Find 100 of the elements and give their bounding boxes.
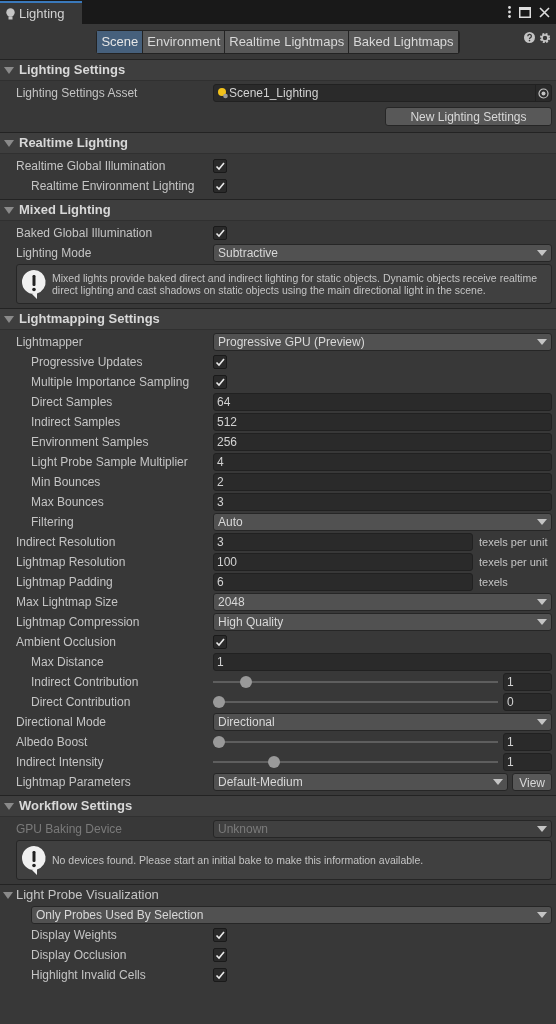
foldout-triangle-icon[interactable] bbox=[3, 890, 13, 900]
checkbox[interactable] bbox=[213, 375, 227, 389]
field-label: GPU Baking Device bbox=[16, 821, 123, 838]
field-label: Lighting Mode bbox=[16, 245, 92, 262]
close-icon[interactable] bbox=[539, 6, 550, 18]
view-button[interactable]: View bbox=[512, 773, 552, 791]
dropdown[interactable]: 2048 bbox=[213, 593, 552, 611]
checkbox[interactable] bbox=[213, 355, 227, 369]
foldout-triangle-icon[interactable] bbox=[4, 205, 14, 215]
field-label: Lighting Settings Asset bbox=[16, 85, 138, 102]
section-header[interactable]: Lightmapping Settings bbox=[0, 309, 556, 330]
dropdown[interactable]: Progressive GPU (Preview) bbox=[213, 333, 552, 351]
slider[interactable] bbox=[213, 756, 498, 768]
dropdown-caret-icon bbox=[537, 250, 547, 256]
dropdown[interactable]: High Quality bbox=[213, 613, 552, 631]
slider[interactable] bbox=[213, 676, 498, 688]
help-message: Mixed lights provide baked direct and indirect lighting for static objects. Dynamic objects receive realtime direct lighting and cast shadows on static objects using the main directional light in the scene. bbox=[52, 272, 538, 296]
checkbox[interactable] bbox=[213, 928, 227, 942]
foldout-triangle-icon[interactable] bbox=[4, 801, 14, 811]
field-label: Realtime Global Illumination bbox=[16, 158, 166, 175]
number-field[interactable]: 2 bbox=[213, 473, 552, 491]
slider-thumb[interactable] bbox=[213, 696, 225, 708]
field-label: Light Probe Sample Multiplier bbox=[31, 454, 188, 471]
field-label: Ambient Occlusion bbox=[16, 634, 117, 651]
field-label: Max Distance bbox=[31, 654, 104, 671]
settings-icon[interactable] bbox=[539, 32, 551, 44]
field-label: Albedo Boost bbox=[16, 734, 88, 751]
help-icon[interactable] bbox=[524, 32, 535, 43]
field-label: Max Lightmap Size bbox=[16, 594, 119, 611]
dropdown-caret-icon bbox=[537, 912, 547, 918]
slider-thumb[interactable] bbox=[267, 756, 280, 768]
tab[interactable]: Realtime Lightmaps bbox=[225, 30, 350, 53]
checkbox[interactable] bbox=[213, 226, 227, 240]
field-label: Filtering bbox=[31, 514, 74, 531]
field-label: Lightmap Compression bbox=[16, 614, 140, 631]
tab[interactable]: Baked Lightmaps bbox=[349, 30, 459, 53]
number-field[interactable]: 1 bbox=[503, 673, 552, 691]
foldout-triangle-icon[interactable] bbox=[4, 314, 14, 324]
slider[interactable] bbox=[213, 696, 498, 708]
number-field[interactable]: 256 bbox=[213, 433, 552, 451]
foldout-triangle-icon[interactable] bbox=[4, 138, 14, 148]
window-tab[interactable]: Lighting bbox=[0, 1, 82, 24]
checkbox[interactable] bbox=[213, 159, 227, 173]
number-field[interactable]: 1 bbox=[213, 653, 552, 671]
section-header[interactable]: Workflow Settings bbox=[0, 796, 556, 817]
slider-thumb[interactable] bbox=[240, 676, 253, 688]
object-picker-icon[interactable] bbox=[538, 87, 549, 99]
number-field[interactable]: 100 bbox=[213, 553, 473, 571]
dropdown[interactable]: Subtractive bbox=[213, 244, 552, 262]
number-field[interactable]: 4 bbox=[213, 453, 552, 471]
dropdown-caret-icon bbox=[537, 826, 547, 832]
section-header[interactable]: Realtime Lighting bbox=[0, 133, 556, 154]
help-message: No devices found. Please start an initial bake to make this information available. bbox=[52, 854, 424, 866]
field-label: Environment Samples bbox=[31, 434, 149, 451]
checkbox[interactable] bbox=[213, 948, 227, 962]
lightbulb-icon bbox=[6, 7, 15, 20]
number-field[interactable]: 1 bbox=[503, 733, 552, 751]
new-settings-button[interactable]: New Lighting Settings bbox=[385, 106, 552, 126]
foldout-triangle-icon[interactable] bbox=[4, 65, 14, 75]
maximize-icon[interactable] bbox=[519, 6, 531, 18]
field-label: Indirect Resolution bbox=[16, 534, 116, 551]
number-field[interactable]: 3 bbox=[213, 493, 552, 511]
slider-thumb[interactable] bbox=[213, 736, 225, 748]
checkbox[interactable] bbox=[213, 968, 227, 982]
dropdown-caret-icon bbox=[493, 779, 504, 785]
dropdown-caret-icon bbox=[537, 619, 547, 625]
field-label: Progressive Updates bbox=[31, 354, 143, 371]
dropdown-caret-icon bbox=[537, 339, 547, 345]
field-label: Min Bounces bbox=[31, 474, 101, 491]
number-field[interactable]: 6 bbox=[213, 573, 473, 591]
field-label: Direct Samples bbox=[31, 394, 113, 411]
object-field[interactable]: Scene1_Lighting bbox=[213, 84, 552, 102]
field-label: Baked Global Illumination bbox=[16, 225, 153, 242]
dropdown[interactable]: Only Probes Used By Selection bbox=[31, 906, 552, 924]
more-options-icon[interactable] bbox=[508, 6, 511, 18]
slider[interactable] bbox=[213, 736, 498, 748]
field-label: Highlight Invalid Cells bbox=[31, 967, 146, 984]
number-field[interactable]: 512 bbox=[213, 413, 552, 431]
unit-label: texels per unit bbox=[479, 554, 548, 570]
field-label: Indirect Intensity bbox=[16, 754, 104, 771]
field-label: Lightmap Parameters bbox=[16, 774, 131, 791]
dropdown[interactable]: Default-Medium bbox=[213, 773, 509, 791]
field-label: Indirect Contribution bbox=[31, 674, 139, 691]
number-field[interactable]: 1 bbox=[503, 753, 552, 771]
checkbox[interactable] bbox=[213, 179, 227, 193]
section-header[interactable]: Mixed Lighting bbox=[0, 200, 556, 221]
checkbox[interactable] bbox=[213, 635, 227, 649]
warning-bubble-icon bbox=[21, 845, 47, 875]
tab[interactable]: Scene bbox=[97, 30, 144, 53]
number-field[interactable]: 64 bbox=[213, 393, 552, 411]
number-field[interactable]: 0 bbox=[503, 693, 552, 711]
number-field[interactable]: 3 bbox=[213, 533, 473, 551]
dropdown[interactable]: Directional bbox=[213, 713, 552, 731]
warning-bubble-icon bbox=[21, 269, 47, 299]
foldout-label[interactable]: Light Probe Visualization bbox=[16, 885, 159, 905]
unit-label: texels per unit bbox=[479, 534, 548, 550]
lightbulb-icon bbox=[217, 87, 229, 99]
tab[interactable]: Environment bbox=[143, 30, 226, 53]
section-header[interactable]: Lighting Settings bbox=[0, 60, 556, 81]
dropdown[interactable]: Auto bbox=[213, 513, 552, 531]
